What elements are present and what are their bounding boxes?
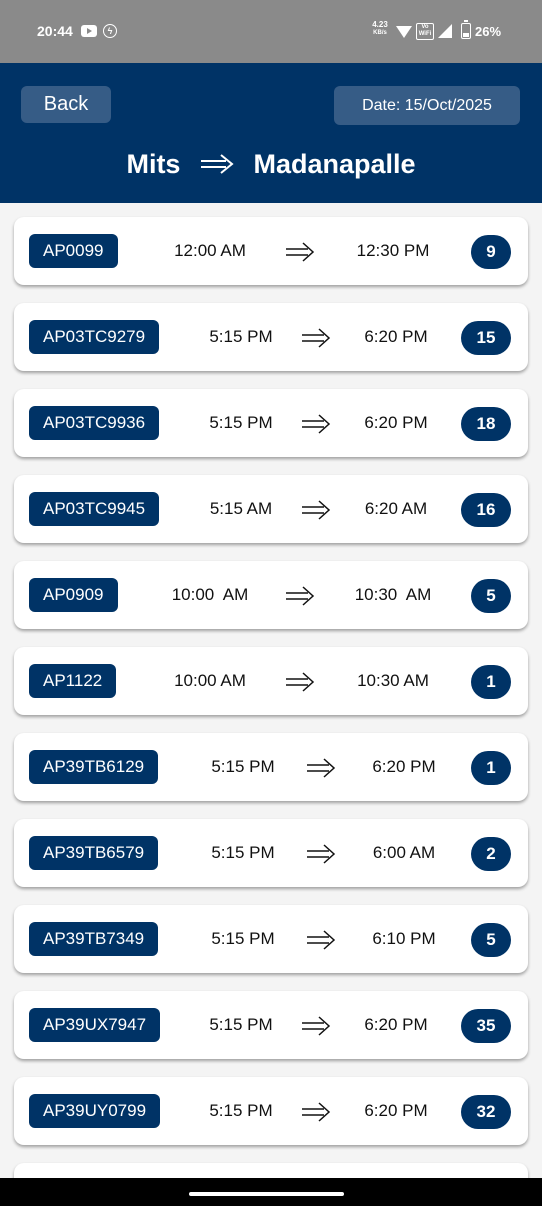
arrival-time: 10:30 AM bbox=[357, 671, 429, 690]
date-label: Date: 15/Oct/2025 bbox=[334, 86, 520, 125]
departure-time: 10:00 AM bbox=[171, 585, 249, 604]
data-saver-icon: ϟ bbox=[103, 24, 117, 38]
youtube-icon bbox=[81, 25, 97, 37]
bus-number-badge: AP39UY0799 bbox=[29, 1094, 161, 1128]
bus-number-badge: AP39TB6129 bbox=[29, 750, 159, 784]
bus-card[interactable]: AP03TC9936 5:15 PM 6:20 PM 18 bbox=[14, 389, 528, 457]
back-button[interactable]: Back bbox=[21, 86, 111, 123]
bus-number-badge: AP03TC9945 bbox=[29, 492, 160, 526]
departure-time: 5:15 PM bbox=[211, 929, 275, 948]
bus-card[interactable]: AP39TB6579 5:15 PM 6:00 AM 2 bbox=[14, 819, 528, 887]
bus-number-badge: AP1122 bbox=[29, 664, 117, 698]
battery-percent: 26% bbox=[475, 24, 502, 39]
arrival-time: 6:10 PM bbox=[372, 929, 436, 948]
bus-card[interactable]: AP0099 12:00 AM 12:30 PM 9 bbox=[14, 217, 528, 285]
departure-time: 5:15 PM bbox=[209, 1015, 273, 1034]
bus-list: AP0099 12:00 AM 12:30 PM 9 AP03TC9279 5:15 PM… bbox=[0, 203, 542, 1178]
departure-time: 5:15 PM bbox=[209, 1101, 273, 1120]
arrival-time: 12:30 PM bbox=[356, 241, 430, 260]
bus-card[interactable]: AP39UY0799 5:15 PM 6:20 PM 32 bbox=[14, 1077, 528, 1145]
departure-time: 12:00 AM bbox=[174, 241, 246, 260]
bus-card[interactable]: AP03TC9279 5:15 PM 6:20 PM 15 bbox=[14, 303, 528, 371]
app-header: Back Date: 15/Oct/2025 Mits Madanapalle bbox=[0, 63, 542, 203]
departure-time: 5:15 PM bbox=[209, 413, 273, 432]
departure-time: 5:15 PM bbox=[211, 757, 275, 776]
arrival-time: 6:00 AM bbox=[372, 843, 436, 862]
seat-count-badge: 18 bbox=[461, 407, 511, 441]
route-destination: Madanapalle bbox=[253, 149, 416, 179]
bus-number-badge: AP0099 bbox=[29, 234, 118, 268]
vowifi-bottom-label: WiFi bbox=[418, 31, 432, 37]
seat-count-badge: 5 bbox=[471, 923, 511, 957]
arrow-right-icon bbox=[306, 930, 336, 955]
bus-number-badge: AP03TC9279 bbox=[29, 320, 160, 354]
seat-count-badge: 9 bbox=[471, 235, 511, 269]
bus-card[interactable]: AP39TB6129 5:15 PM 6:20 PM 1 bbox=[14, 733, 528, 801]
departure-time: 5:15 PM bbox=[209, 327, 273, 346]
battery-icon bbox=[461, 20, 471, 39]
bus-number-badge: AP0909 bbox=[29, 578, 118, 612]
arrow-right-icon bbox=[301, 414, 331, 439]
arrow-right-icon bbox=[285, 672, 315, 697]
bus-card[interactable]: AP39TB7349 5:15 PM 6:10 PM 5 bbox=[14, 905, 528, 973]
wifi-icon bbox=[396, 26, 412, 38]
seat-count-badge: 32 bbox=[461, 1095, 511, 1129]
arrival-time: 10:30 AM bbox=[354, 585, 432, 604]
seat-count-badge: 35 bbox=[461, 1009, 511, 1043]
seat-count-badge: 16 bbox=[461, 493, 511, 527]
bus-card[interactable]: AP1122 10:00 AM 10:30 AM 1 bbox=[14, 647, 528, 715]
arrow-right-icon bbox=[306, 758, 336, 783]
bus-card-partial[interactable] bbox=[14, 1163, 528, 1178]
arrow-right-icon bbox=[285, 586, 315, 611]
bus-card[interactable]: AP03TC9945 5:15 AM 6:20 AM 16 bbox=[14, 475, 528, 543]
arrival-time: 6:20 AM bbox=[364, 499, 428, 518]
seat-count-badge: 1 bbox=[471, 665, 511, 699]
arrival-time: 6:20 PM bbox=[364, 413, 428, 432]
bus-card[interactable]: AP39UX7947 5:15 PM 6:20 PM 35 bbox=[14, 991, 528, 1059]
arrow-right-icon bbox=[301, 500, 331, 525]
bus-number-badge: AP39TB7349 bbox=[29, 922, 159, 956]
route-origin: Mits bbox=[126, 149, 181, 179]
bus-number-badge: AP03TC9936 bbox=[29, 406, 160, 440]
seat-count-badge: 1 bbox=[471, 751, 511, 785]
departure-time: 5:15 AM bbox=[209, 499, 273, 518]
seat-count-badge: 5 bbox=[471, 579, 511, 613]
arrival-time: 6:20 PM bbox=[364, 1101, 428, 1120]
seat-count-badge: 2 bbox=[471, 837, 511, 871]
route-arrow-icon bbox=[200, 148, 234, 184]
home-indicator[interactable] bbox=[189, 1192, 344, 1196]
navigation-bar bbox=[0, 1178, 542, 1206]
arrow-right-icon bbox=[301, 1016, 331, 1041]
arrival-time: 6:20 PM bbox=[364, 327, 428, 346]
arrow-right-icon bbox=[285, 242, 315, 267]
seat-count-badge: 15 bbox=[461, 321, 511, 355]
vowifi-icon: Vo WiFi bbox=[416, 23, 434, 40]
vowifi-top-label: Vo bbox=[421, 24, 429, 30]
bus-number-badge: AP39UX7947 bbox=[29, 1008, 161, 1042]
arrow-right-icon bbox=[301, 328, 331, 353]
status-bar: 20:44 ϟ 4.23 KB/s Vo WiFi 26% bbox=[0, 0, 542, 63]
network-speed-unit: KB/s bbox=[373, 30, 387, 36]
departure-time: 5:15 PM bbox=[211, 843, 275, 862]
departure-time: 10:00 AM bbox=[174, 671, 246, 690]
network-speed: 4.23 KB/s bbox=[368, 21, 392, 37]
arrival-time: 6:20 PM bbox=[372, 757, 436, 776]
network-speed-value: 4.23 bbox=[372, 20, 388, 29]
arrival-time: 6:20 PM bbox=[364, 1015, 428, 1034]
signal-icon bbox=[438, 24, 452, 38]
bus-card[interactable]: AP0909 10:00 AM 10:30 AM 5 bbox=[14, 561, 528, 629]
arrow-right-icon bbox=[301, 1102, 331, 1127]
status-time: 20:44 bbox=[37, 23, 73, 39]
route-title: Mits Madanapalle bbox=[0, 146, 542, 182]
arrow-right-icon bbox=[306, 844, 336, 869]
bus-number-badge: AP39TB6579 bbox=[29, 836, 159, 870]
